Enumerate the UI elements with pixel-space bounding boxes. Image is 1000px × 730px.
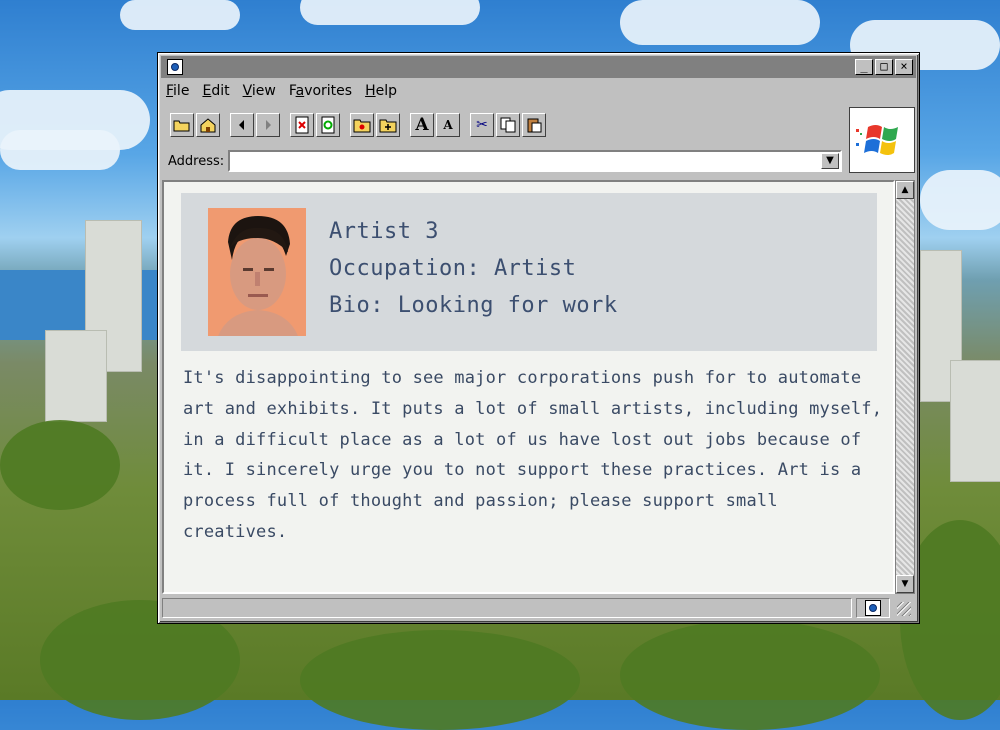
- cut-icon[interactable]: ✂: [470, 113, 494, 137]
- security-zone-icon: [865, 600, 881, 616]
- copy-icon[interactable]: [496, 113, 520, 137]
- profile-card: Artist 3 Occupation: Artist Bio: Looking…: [181, 193, 877, 351]
- title-bar[interactable]: _ □ ×: [161, 56, 916, 78]
- refresh-icon[interactable]: [316, 113, 340, 137]
- menu-bar: File Edit View Favorites Help: [166, 83, 397, 99]
- address-input[interactable]: ▼: [228, 150, 842, 172]
- menu-help[interactable]: Help: [365, 83, 397, 99]
- font-smaller-icon[interactable]: A: [436, 113, 460, 137]
- vertical-scrollbar[interactable]: ▲ ▼: [895, 180, 915, 594]
- menu-file[interactable]: File: [166, 83, 189, 99]
- maximize-button[interactable]: □: [875, 59, 893, 75]
- profile-name: Artist 3: [329, 219, 439, 244]
- resize-grip-icon[interactable]: [897, 602, 911, 616]
- scroll-down-icon[interactable]: ▼: [896, 575, 914, 593]
- forward-arrow-icon[interactable]: [256, 113, 280, 137]
- home-icon[interactable]: [196, 113, 220, 137]
- back-arrow-icon[interactable]: [230, 113, 254, 137]
- minimize-button[interactable]: _: [855, 59, 873, 75]
- avatar: [208, 208, 306, 336]
- status-zone-panel: [856, 598, 890, 618]
- windows-logo-icon: [849, 107, 915, 173]
- status-text-panel: [162, 598, 852, 618]
- add-favorites-icon[interactable]: [376, 113, 400, 137]
- profile-bio: Bio: Looking for work: [329, 293, 618, 318]
- open-folder-icon[interactable]: [170, 113, 194, 137]
- address-label: Address:: [168, 153, 225, 169]
- browser-app-icon[interactable]: [167, 59, 183, 75]
- favorites-folder-icon[interactable]: [350, 113, 374, 137]
- address-dropdown-arrow-icon[interactable]: ▼: [821, 153, 839, 169]
- status-bar: [162, 598, 915, 620]
- toolbar: A A ✂: [168, 109, 842, 141]
- menu-view[interactable]: View: [243, 83, 276, 99]
- paste-icon[interactable]: [522, 113, 546, 137]
- stop-icon[interactable]: [290, 113, 314, 137]
- page-content: Artist 3 Occupation: Artist Bio: Looking…: [162, 180, 895, 594]
- address-bar: Address: ▼: [168, 149, 842, 173]
- browser-window: _ □ × File Edit View Favorites Help A A …: [157, 52, 920, 624]
- close-button[interactable]: ×: [895, 59, 913, 75]
- font-larger-icon[interactable]: A: [410, 113, 434, 137]
- menu-edit[interactable]: Edit: [202, 83, 229, 99]
- profile-occupation: Occupation: Artist: [329, 256, 577, 281]
- scroll-up-icon[interactable]: ▲: [896, 181, 914, 199]
- message-text: It's disappointing to see major corporat…: [183, 368, 883, 542]
- menu-favorites[interactable]: Favorites: [289, 83, 352, 99]
